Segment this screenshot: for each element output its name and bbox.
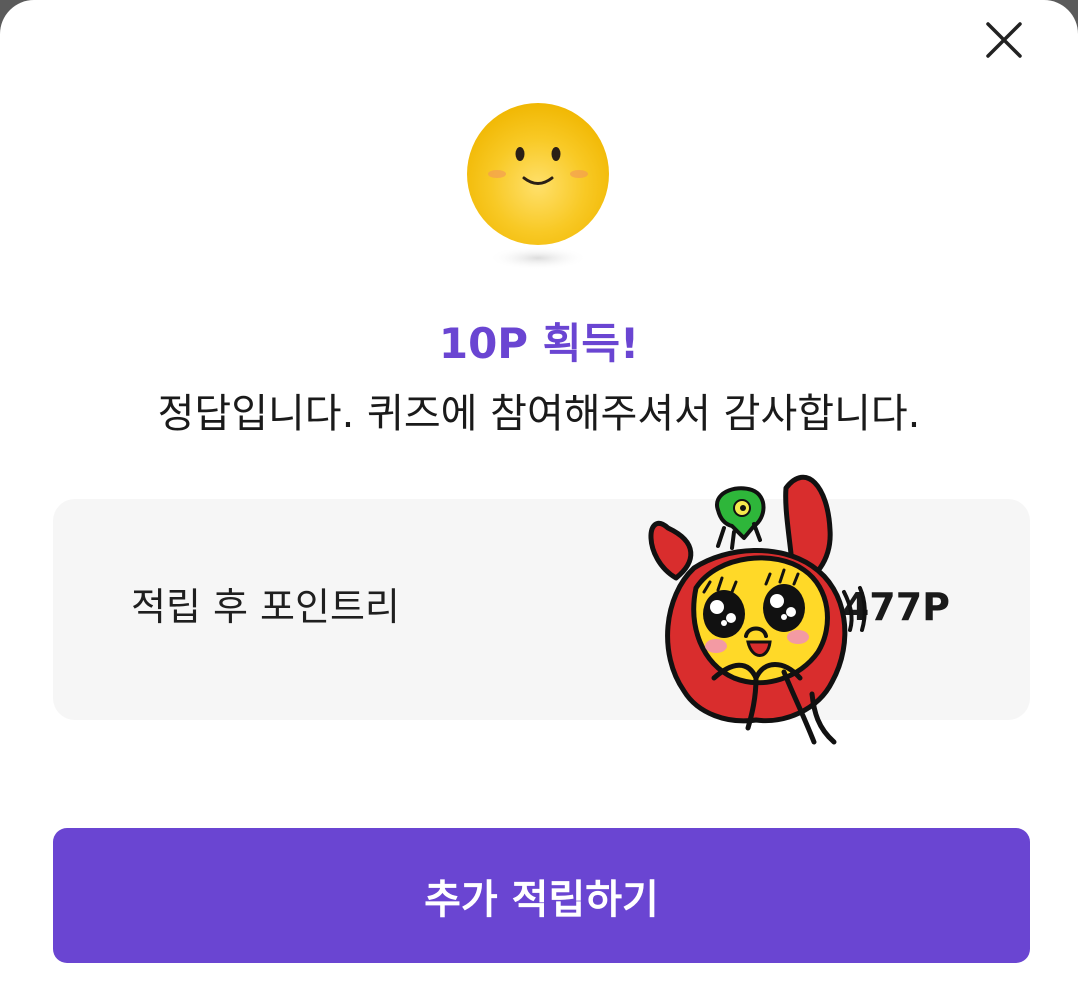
smiley-emoji-icon [458, 95, 618, 280]
reward-message: 정답입니다. 퀴즈에 참여해주셔서 감사합니다. [157, 391, 921, 437]
points-summary-card: 적립 후 포인트리 ,477P [53, 499, 1030, 720]
reward-modal: 10P 획득! 정답입니다. 퀴즈에 참여해주셔서 감사합니다. 적립 후 포인… [0, 0, 1078, 1005]
points-label: 적립 후 포인트리 [131, 585, 400, 629]
additional-points-button[interactable]: 추가 적립하기 [53, 828, 1030, 963]
character-sticker-icon [636, 466, 876, 751]
close-button[interactable] [978, 14, 1030, 66]
close-icon [986, 22, 1022, 58]
reward-title: 10P 획득! [438, 319, 640, 368]
